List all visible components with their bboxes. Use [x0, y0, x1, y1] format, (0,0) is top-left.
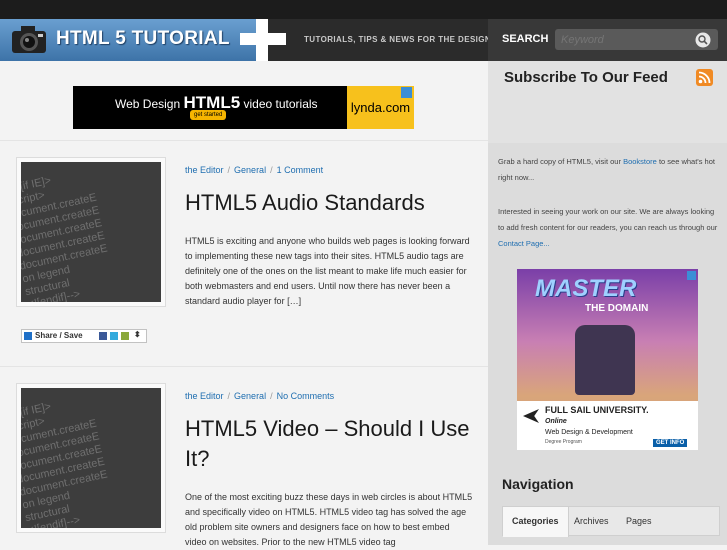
- ad-online: Online: [545, 418, 567, 425]
- ad-program: Web Design & Development: [545, 429, 633, 436]
- camera-icon: [12, 26, 46, 53]
- ad-choices-icon[interactable]: [401, 87, 412, 98]
- search-input[interactable]: [555, 29, 718, 50]
- post-thumbnail[interactable]: <!--[if IE]> <script> document.createE d…: [16, 157, 166, 307]
- share-save-button[interactable]: Share / Save ⬍: [21, 329, 147, 343]
- ad-title: MASTER: [535, 275, 637, 302]
- ad-text-prefix: Web Design: [115, 97, 181, 111]
- post-excerpt: HTML5 is exciting and anyone who builds …: [185, 236, 470, 306]
- ad-school: FULL SAIL UNIVERSITY.: [545, 405, 649, 415]
- site-logo[interactable]: HTML 5 TUTORIAL: [0, 19, 268, 61]
- ad-hero-figure: [575, 325, 635, 395]
- divider: [0, 140, 488, 141]
- thumbnail-image: <!--[if IE]> <script> document.createE d…: [21, 388, 161, 528]
- contact-page-link[interactable]: Contact Page...: [498, 239, 550, 248]
- rss-icon[interactable]: [696, 69, 713, 86]
- site-header: HTML 5 TUTORIAL TUTORIALS, TIPS & NEWS F…: [0, 19, 727, 61]
- ad-get-started-button[interactable]: get started: [190, 110, 227, 120]
- contact-text: Interested in seeing your work on our si…: [498, 204, 720, 252]
- banner-ad[interactable]: Web Design HTML5 video tutorials get sta…: [73, 86, 414, 129]
- post-excerpt: One of the most exciting buzz these days…: [185, 492, 473, 547]
- ad-text-suffix: video tutorials: [243, 97, 318, 111]
- logo-text: HTML 5 TUTORIAL: [56, 28, 230, 49]
- subscribe-title: Subscribe To Our Feed: [504, 69, 668, 86]
- sidebar: Subscribe To Our Feed Grab a hard copy o…: [488, 61, 727, 545]
- chevron-down-icon: ⬍: [134, 330, 141, 339]
- ad-choices-icon[interactable]: [687, 271, 696, 280]
- thumbnail-code-text: <!--[if IE]> <script> document.createE d…: [21, 400, 109, 528]
- share-plus-icon: [24, 332, 32, 340]
- facebook-icon: [99, 332, 107, 340]
- post-author-link[interactable]: the Editor: [185, 391, 224, 401]
- thumbnail-image: <!--[if IE]> <script> document.createE d…: [21, 162, 161, 302]
- search-icon[interactable]: [695, 32, 711, 48]
- twitter-icon: [110, 332, 118, 340]
- bookstore-link[interactable]: Bookstore: [623, 157, 657, 166]
- tab-categories[interactable]: Categories: [503, 507, 569, 537]
- navigation-title: Navigation: [502, 476, 574, 492]
- post-meta: the Editor / General / No Comments: [185, 391, 335, 401]
- divider: [0, 366, 488, 367]
- share-label: Share / Save: [35, 331, 83, 340]
- ad-degree: Degree Program: [545, 439, 582, 445]
- ad-footer: FULL SAIL UNIVERSITY. Online Web Design …: [517, 401, 698, 450]
- post-comments-link[interactable]: No Comments: [277, 391, 335, 401]
- ad-get-info-button[interactable]: GET INFO: [653, 439, 688, 447]
- post-author-link[interactable]: the Editor: [185, 165, 224, 175]
- contact-text-prefix: Interested in seeing your work on our si…: [498, 207, 718, 232]
- sidebar-ad[interactable]: MASTER THE DOMAIN FULL SAIL UNIVERSITY. …: [517, 269, 698, 450]
- post-comments-link[interactable]: 1 Comment: [277, 165, 324, 175]
- navigation-tabs: Categories Archives Pages: [502, 506, 720, 537]
- post-category-link[interactable]: General: [234, 165, 266, 175]
- tab-archives[interactable]: Archives: [565, 507, 618, 537]
- ad-subtitle: THE DOMAIN: [585, 303, 649, 314]
- site-tagline: TUTORIALS, TIPS & NEWS FOR THE DESIGNER: [304, 35, 504, 44]
- post-title[interactable]: HTML5 Audio Standards: [185, 188, 485, 218]
- search-area: SEARCH: [488, 19, 727, 61]
- bookstore-text-prefix: Grab a hard copy of HTML5, visit our: [498, 157, 621, 166]
- subscribe-box: Subscribe To Our Feed: [488, 61, 727, 143]
- post-meta: the Editor / General/1 Comment: [185, 165, 324, 175]
- plus-icon: [240, 19, 286, 61]
- thumbnail-code-text: <!--[if IE]> <script> document.createE d…: [21, 174, 109, 302]
- tab-pages[interactable]: Pages: [617, 507, 661, 537]
- post-title[interactable]: HTML5 Video – Should I Use It?: [185, 414, 485, 474]
- full-sail-logo-icon: [523, 409, 539, 423]
- email-icon: [121, 332, 129, 340]
- top-strip: [0, 0, 727, 19]
- post-thumbnail[interactable]: <!--[if IE]> <script> document.createE d…: [16, 383, 166, 533]
- search-label: SEARCH: [502, 33, 549, 45]
- bookstore-text: Grab a hard copy of HTML5, visit our Boo…: [498, 154, 720, 186]
- post-category-link[interactable]: General: [234, 391, 266, 401]
